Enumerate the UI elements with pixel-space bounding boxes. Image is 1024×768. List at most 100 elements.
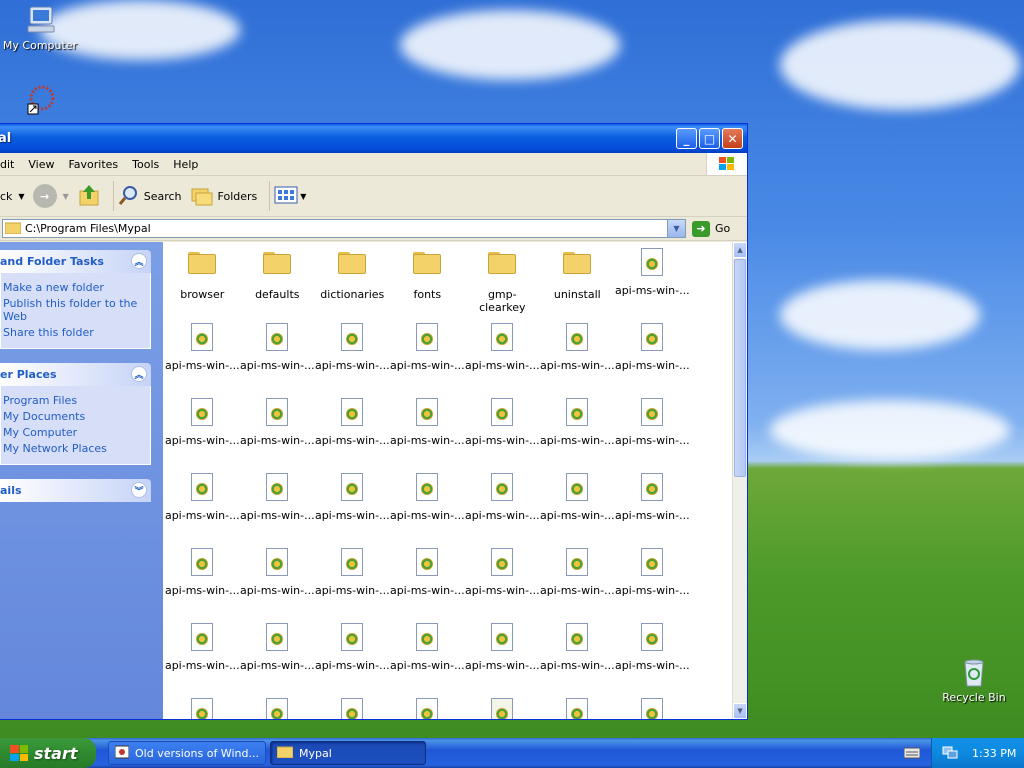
scroll-down-button[interactable]: ▼	[733, 703, 748, 719]
panel-header[interactable]: er Places ︽	[0, 363, 151, 386]
minimize-button[interactable]: _	[676, 128, 697, 149]
file-item[interactable]: api-ms-win-...	[615, 548, 690, 597]
file-item[interactable]: api-ms-win-...	[465, 623, 540, 672]
dll-file-icon	[262, 698, 292, 719]
file-item[interactable]: api-ms-win-...	[390, 323, 465, 372]
title-bar[interactable]: al _ □ ✕	[0, 124, 747, 153]
file-item[interactable]: api-ms-win-...	[540, 548, 615, 597]
task-share-folder[interactable]: Share this folder	[3, 326, 150, 339]
file-item[interactable]: api-ms-win-...	[165, 548, 240, 597]
file-item[interactable]: api-ms-win-...	[390, 548, 465, 597]
toolbar: ck ▼ → ▼ Search Folders ▼	[0, 176, 747, 217]
scroll-up-button[interactable]: ▲	[733, 242, 748, 258]
taskbar-item-old-versions[interactable]: Old versions of Wind...	[108, 741, 266, 765]
clock[interactable]: 1:33 PM	[972, 747, 1016, 760]
file-item[interactable]: api-ms-win-...	[165, 323, 240, 372]
file-item[interactable]: api-ms-win-...	[315, 623, 390, 672]
file-item[interactable]: api-ms-win-...	[540, 398, 615, 447]
scroll-thumb[interactable]	[734, 259, 747, 477]
item-label: api-ms-win-...	[164, 359, 240, 372]
folder-icon	[4, 221, 22, 237]
taskbar-item-mypal[interactable]: Mypal	[270, 741, 426, 765]
dll-file-icon	[562, 323, 592, 353]
address-dropdown-button[interactable]: ▼	[667, 220, 685, 237]
menu-view[interactable]: View	[28, 158, 54, 171]
file-item[interactable]: api-ms-win-...	[315, 398, 390, 447]
file-item[interactable]: api-ms-win-...	[315, 473, 390, 522]
place-my-documents[interactable]: My Documents	[3, 410, 150, 423]
collapse-icon[interactable]: ︽	[131, 366, 147, 382]
menu-favorites[interactable]: Favorites	[68, 158, 118, 171]
dll-file-icon	[637, 698, 667, 719]
file-item[interactable]: api-ms-win-...	[540, 623, 615, 672]
vertical-scrollbar[interactable]: ▲ ▼	[732, 242, 748, 719]
go-button[interactable]: ➜ Go	[692, 220, 730, 237]
file-item[interactable]: api-ms-win-...	[240, 548, 315, 597]
folder-item[interactable]: uninstall	[540, 248, 615, 301]
desktop-icon-recycle-bin[interactable]: Recycle Bin	[934, 656, 1014, 704]
panel-header[interactable]: and Folder Tasks ︽	[0, 250, 151, 273]
file-item[interactable]: api-ms-win-...	[165, 398, 240, 447]
place-my-network-places[interactable]: My Network Places	[3, 442, 150, 455]
file-item[interactable]: api-ms-win-...	[240, 323, 315, 372]
file-item[interactable]: api-ms-win-...	[240, 473, 315, 522]
file-item[interactable]: api-ms-win-...	[390, 623, 465, 672]
collapse-icon[interactable]: ︽	[131, 253, 147, 269]
file-item[interactable]: api-ms-win-...	[615, 323, 690, 372]
views-button[interactable]: ▼	[274, 185, 306, 208]
file-item[interactable]: api-ms-win-...	[615, 623, 690, 672]
file-item[interactable]: api-ms-win-...	[465, 473, 540, 522]
file-item[interactable]: api-ms-win-...	[615, 398, 690, 447]
task-make-new-folder[interactable]: Make a new folder	[3, 281, 150, 294]
address-input[interactable]: C:\Program Files\Mypal ▼	[2, 219, 686, 238]
file-item[interactable]: api-ms-win-...	[240, 398, 315, 447]
folder-item[interactable]: browser	[165, 248, 240, 301]
folders-button[interactable]: Folders	[190, 184, 257, 209]
expand-icon[interactable]: ︾	[131, 482, 147, 498]
dll-file-icon	[487, 398, 517, 428]
maximize-button[interactable]: □	[699, 128, 720, 149]
panel-header[interactable]: ails ︾	[0, 479, 151, 502]
folder-item[interactable]: gmp-clearkey	[465, 248, 540, 314]
place-program-files[interactable]: Program Files	[3, 394, 150, 407]
forward-button[interactable]: → ▼	[32, 184, 69, 208]
file-item[interactable]: api-ms-win-...	[465, 398, 540, 447]
menu-edit[interactable]: dit	[0, 158, 14, 171]
file-item[interactable]	[465, 698, 540, 719]
file-item[interactable]: api-ms-win-...	[540, 473, 615, 522]
file-item[interactable]: api-ms-win-...	[615, 248, 690, 297]
folder-item[interactable]: defaults	[240, 248, 315, 301]
file-item[interactable]: api-ms-win-...	[465, 548, 540, 597]
file-item[interactable]: api-ms-win-...	[390, 473, 465, 522]
file-item[interactable]	[615, 698, 690, 719]
file-item[interactable]: api-ms-win-...	[615, 473, 690, 522]
up-folder-button[interactable]	[77, 183, 101, 210]
file-item[interactable]	[240, 698, 315, 719]
file-item[interactable]: api-ms-win-...	[240, 623, 315, 672]
file-item[interactable]: api-ms-win-...	[315, 548, 390, 597]
menu-help[interactable]: Help	[173, 158, 198, 171]
file-item[interactable]: api-ms-win-...	[315, 323, 390, 372]
folder-item[interactable]: dictionaries	[315, 248, 390, 301]
file-item[interactable]: api-ms-win-...	[165, 473, 240, 522]
menu-tools[interactable]: Tools	[132, 158, 159, 171]
back-button[interactable]: ck ▼	[0, 190, 25, 203]
file-item[interactable]	[165, 698, 240, 719]
file-item[interactable]: api-ms-win-...	[540, 323, 615, 372]
desktop-icon-my-computer[interactable]: My Computer	[0, 4, 80, 52]
task-publish-folder[interactable]: Publish this folder to the Web	[3, 297, 150, 323]
place-my-computer[interactable]: My Computer	[3, 426, 150, 439]
folder-item[interactable]: fonts	[390, 248, 465, 301]
search-button[interactable]: Search	[118, 184, 182, 209]
file-item[interactable]: api-ms-win-...	[465, 323, 540, 372]
desktop-icon-shortcut[interactable]	[0, 84, 80, 119]
close-button[interactable]: ✕	[722, 128, 743, 149]
file-item[interactable]: api-ms-win-...	[165, 623, 240, 672]
network-icon[interactable]	[942, 745, 958, 762]
file-item[interactable]	[315, 698, 390, 719]
keyboard-icon[interactable]	[903, 746, 921, 763]
file-item[interactable]	[390, 698, 465, 719]
file-item[interactable]: api-ms-win-...	[390, 398, 465, 447]
file-item[interactable]	[540, 698, 615, 719]
start-button[interactable]: start	[0, 738, 96, 768]
